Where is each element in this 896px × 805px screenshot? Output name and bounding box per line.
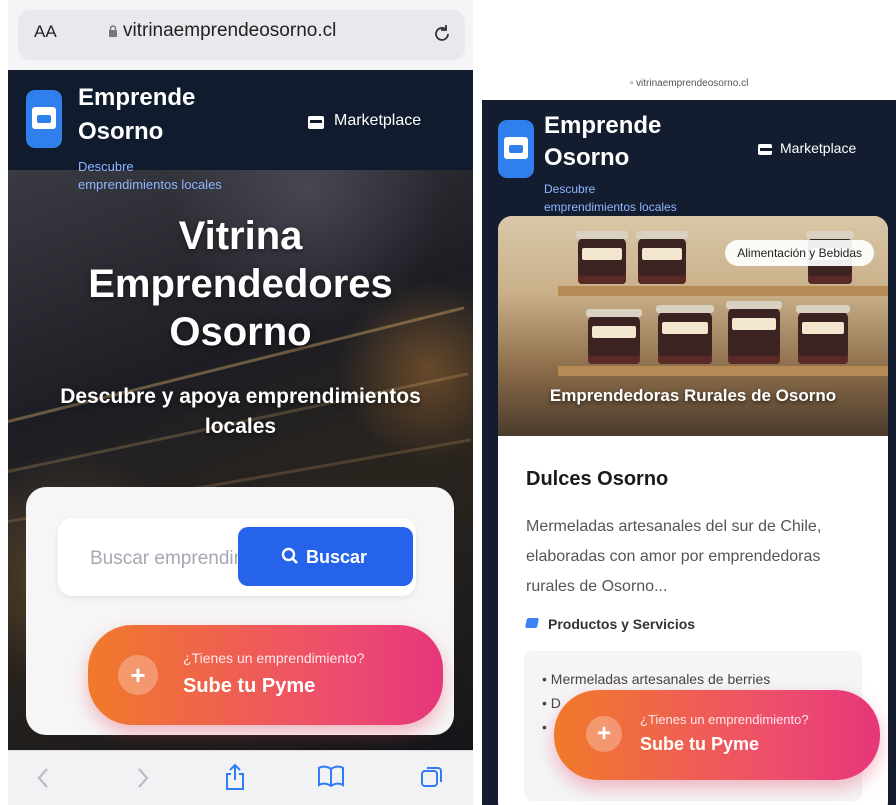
business-tag: Productos y Servicios	[524, 616, 695, 632]
brand-name-line2[interactable]: Osorno	[78, 116, 163, 147]
reader-settings-button[interactable]: AA	[34, 22, 57, 42]
hero-title-line1: Vitrina	[178, 214, 303, 258]
marketplace-icon[interactable]	[758, 144, 772, 155]
list-item: •	[542, 719, 547, 735]
brand-name-line1[interactable]: Emprende	[78, 82, 195, 113]
plus-icon: +	[118, 655, 158, 695]
tag-label: Productos y Servicios	[548, 616, 696, 632]
hero-title-line2: Emprendedores	[88, 262, 393, 306]
list-item: • Mermeladas artesanales de berries	[542, 671, 771, 687]
url-text[interactable]: ▫ vitrinaemprendeosorno.cl	[482, 78, 896, 89]
right-phone-screen: ▫ vitrinaemprendeosorno.cl Emprende Osor…	[482, 0, 896, 805]
hero-subtitle-line1: Descubre y apoya emprendimientos	[60, 385, 421, 408]
left-phone-screen: AA vitrinaemprendeosorno.cl Emprende Oso…	[8, 0, 473, 805]
url-text[interactable]: vitrinaemprendeosorno.cl	[123, 20, 336, 42]
lock-icon	[108, 25, 118, 37]
tabs-icon[interactable]	[420, 765, 444, 789]
search-button-label: Buscar	[306, 547, 368, 567]
hero-subtitle: Descubre y apoya emprendimientos locales	[8, 382, 473, 442]
brand-subtitle-line1: Descubre	[78, 159, 134, 174]
brand-name-line2[interactable]: Osorno	[544, 142, 629, 173]
logo-icon[interactable]	[26, 90, 62, 148]
cta-title: Sube tu Pyme	[640, 734, 760, 754]
business-title[interactable]: Dulces Osorno	[526, 468, 668, 491]
upload-pyme-button[interactable]: + ¿Tienes un emprendimiento? Sube tu Pym…	[554, 690, 880, 780]
upload-pyme-button[interactable]: + ¿Tienes un emprendimiento? Sube tu Pym…	[88, 625, 443, 725]
search-icon	[281, 547, 299, 565]
forward-icon[interactable]	[136, 767, 150, 789]
list-item: • D	[542, 695, 561, 711]
bookmarks-icon[interactable]	[318, 765, 344, 787]
brand-name-line1[interactable]: Emprende	[544, 110, 661, 141]
marketplace-icon[interactable]	[308, 116, 324, 129]
marketplace-link[interactable]: Marketplace	[334, 112, 421, 130]
url-value: vitrinaemprendeosorno.cl	[636, 78, 749, 89]
browser-address-area: AA vitrinaemprendeosorno.cl	[8, 0, 473, 70]
business-description: Mermeladas artesanales del sur de Chile,…	[526, 518, 822, 595]
marketplace-link[interactable]: Marketplace	[780, 140, 856, 156]
reload-icon[interactable]	[432, 22, 452, 44]
browser-toolbar	[8, 750, 473, 805]
cta-question: ¿Tienes un emprendimiento?	[183, 650, 365, 666]
hero-subtitle-line2: locales	[204, 415, 277, 438]
hero-title-line3: Osorno	[169, 310, 312, 354]
brand-subtitle-line1: Descubre	[544, 182, 596, 196]
plus-icon: +	[586, 716, 622, 752]
tag-icon	[524, 618, 540, 628]
cta-question: ¿Tienes un emprendimiento?	[640, 712, 809, 727]
hero-title: Vitrina Emprendedores Osorno	[8, 212, 473, 356]
logo-icon[interactable]	[498, 120, 534, 178]
cta-title: Sube tu Pyme	[183, 675, 316, 697]
share-icon[interactable]	[224, 763, 246, 791]
back-icon[interactable]	[36, 767, 50, 789]
lock-icon: ▫	[629, 78, 634, 89]
image-caption: Emprendedoras Rurales de Osorno	[549, 386, 837, 405]
search-button[interactable]: Buscar	[238, 527, 413, 586]
category-badge: Alimentación y Bebidas	[725, 240, 874, 266]
brand-subtitle-line2: emprendimientos locales	[544, 200, 677, 214]
brand-subtitle-line2: emprendimientos locales	[78, 177, 222, 192]
business-image[interactable]: Alimentación y Bebidas Emprendedoras Rur…	[498, 216, 888, 436]
